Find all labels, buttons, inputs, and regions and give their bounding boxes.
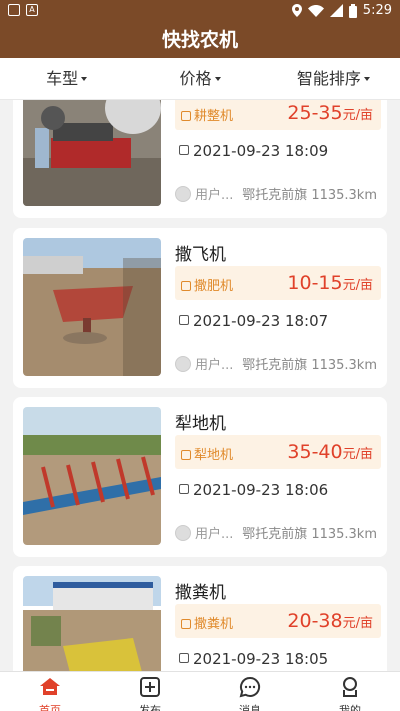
a-icon: A [26,4,38,16]
message-icon [239,676,261,698]
caret-down-icon [81,76,88,81]
battery-icon [348,3,357,18]
filter-sort[interactable]: 智能排序 [267,58,400,99]
category-tag: 撒肥机 [181,275,233,294]
image-icon [8,4,20,16]
listing-card[interactable]: 犁地机 犁地机 35-40元/亩 2021-09-23 18:06 用户... … [13,397,387,557]
tab-label: 发布 [139,704,161,711]
listing-card[interactable]: 耕整机 25-35元/亩 2021-09-23 18:09 用户... 鄂托克前… [13,100,387,218]
listing-photo [23,238,161,376]
category-label: 撒肥机 [194,279,234,294]
category-label: 犁地机 [194,448,234,463]
location-distance: 鄂托克前旗 1135.3km [242,358,377,373]
filter-label: 价格 [179,69,212,88]
calendar-icon [179,315,189,325]
tab-label: 首页 [39,704,61,711]
price: 35-40元/亩 [287,441,373,463]
price-unit: 元/亩 [342,278,373,293]
bottom-tab-bar: 首页 发布 消息 我的 [0,671,400,711]
price: 20-38元/亩 [287,610,373,632]
listing-date: 2021-09-23 18:07 [179,312,328,330]
listing-photo [23,576,161,671]
signal-icon [329,4,343,17]
listing-date: 2021-09-23 18:05 [179,650,328,668]
category-tag: 犁地机 [181,444,233,463]
user-name: 用户... [195,188,234,203]
date-text: 2021-09-23 18:07 [193,312,329,330]
price: 25-35元/亩 [287,102,373,124]
tag-icon [181,450,191,460]
tab-home[interactable]: 首页 [0,672,100,711]
price-unit: 元/亩 [342,108,373,123]
price-unit: 元/亩 [342,616,373,631]
price-value: 25-35 [287,102,343,124]
tab-publish[interactable]: 发布 [100,672,200,711]
price-value: 20-38 [287,610,343,632]
listing-photo [23,407,161,545]
home-icon [40,678,60,695]
price-value: 10-15 [287,272,343,294]
category-tag: 撒粪机 [181,613,233,632]
tab-messages[interactable]: 消息 [200,672,300,711]
price-unit: 元/亩 [342,447,373,462]
price-value: 35-40 [287,441,343,463]
date-text: 2021-09-23 18:05 [193,650,329,668]
calendar-icon [179,484,189,494]
price: 10-15元/亩 [287,272,373,294]
avatar [175,355,191,372]
tab-profile[interactable]: 我的 [300,672,400,711]
avatar [175,524,191,541]
caret-down-icon [363,76,370,81]
calendar-icon [179,145,189,155]
tab-label: 我的 [339,704,361,711]
tag-icon [181,281,191,291]
calendar-icon [179,653,189,663]
filter-bar: 车型 价格 智能排序 [0,58,400,100]
date-text: 2021-09-23 18:06 [193,481,329,499]
category-label: 撒粪机 [194,617,234,632]
listing-date: 2021-09-23 18:09 [179,142,328,160]
clock: 5:29 [362,3,392,18]
profile-icon [343,677,357,697]
page-title: 快找农机 [0,24,400,58]
tab-label: 消息 [239,704,261,711]
location-icon [291,4,302,17]
user-info: 用户... [175,523,233,542]
location-distance: 鄂托克前旗 1135.3km [242,527,377,542]
date-text: 2021-09-23 18:09 [193,142,329,160]
user-info: 用户... [175,184,233,203]
location-distance: 鄂托克前旗 1135.3km [242,188,377,203]
listing-name: 犁地机 [175,414,226,434]
user-info: 用户... [175,354,233,373]
avatar [175,185,191,202]
category-price-row: 耕整机 25-35元/亩 [175,100,381,130]
listing-list: 耕整机 25-35元/亩 2021-09-23 18:09 用户... 鄂托克前… [0,100,400,671]
category-label: 耕整机 [194,109,234,124]
filter-vehicle-type[interactable]: 车型 [0,58,133,99]
filter-label: 车型 [46,69,79,88]
listing-card[interactable]: 撒粪机 撒粪机 20-38元/亩 2021-09-23 18:05 [13,566,387,671]
listing-date: 2021-09-23 18:06 [179,481,328,499]
listing-card[interactable]: 撒飞机 撒肥机 10-15元/亩 2021-09-23 18:07 用户... … [13,228,387,388]
category-price-row: 撒肥机 10-15元/亩 [175,266,381,300]
publish-icon [140,677,160,697]
caret-down-icon [214,76,221,81]
listing-name: 撒飞机 [175,245,226,265]
category-tag: 耕整机 [181,105,233,124]
user-name: 用户... [195,527,234,542]
listing-name: 撒粪机 [175,583,226,603]
filter-label: 智能排序 [296,69,361,88]
tag-icon [181,111,191,121]
user-name: 用户... [195,358,234,373]
wifi-icon [307,4,324,17]
tag-icon [181,619,191,629]
category-price-row: 撒粪机 20-38元/亩 [175,604,381,638]
listing-photo [23,100,161,206]
filter-price[interactable]: 价格 [133,58,266,99]
status-bar: A 5:29 [0,0,400,24]
category-price-row: 犁地机 35-40元/亩 [175,435,381,469]
